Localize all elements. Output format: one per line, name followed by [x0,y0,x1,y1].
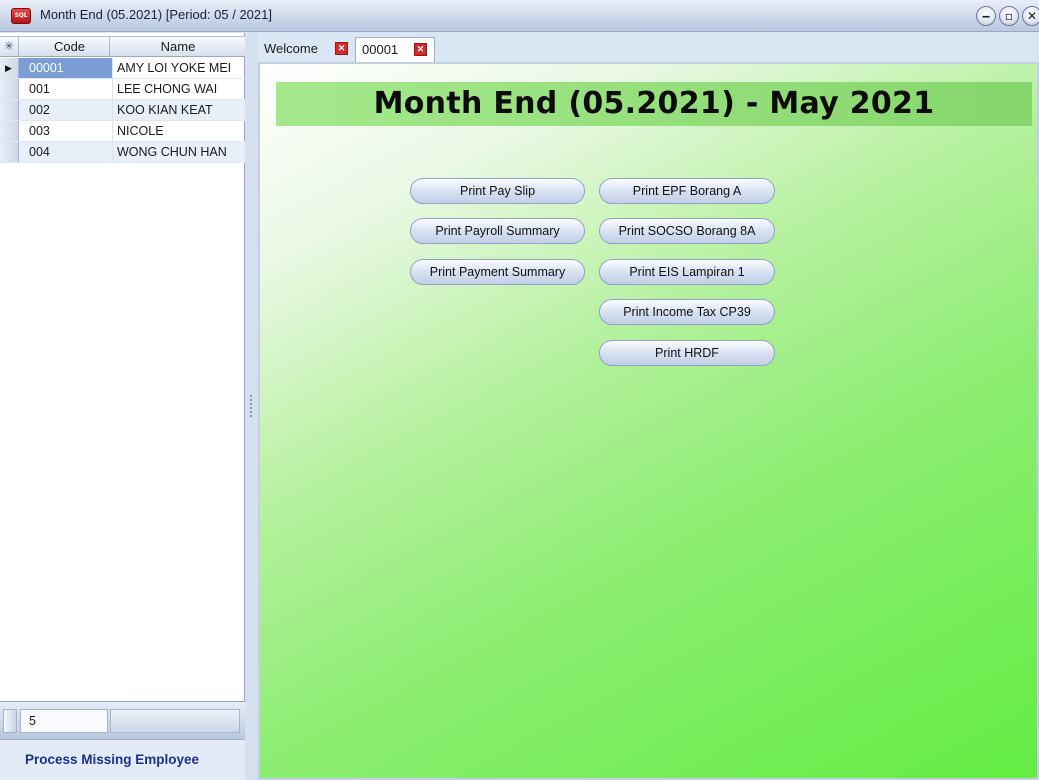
employee-list-panel: ✳ Code Name ▶ 00001 AMY LOI YOKE MEI 001… [0,33,245,780]
employee-name-cell[interactable]: NICOLE [113,121,245,141]
employee-code-cell[interactable]: 004 [19,142,113,162]
column-header-code[interactable]: Code [30,37,110,57]
splitter-grip-icon[interactable] [250,395,252,417]
print-pay-slip-button[interactable]: Print Pay Slip [410,178,585,204]
minimize-button[interactable]: ‒ [976,6,996,26]
close-tab-icon[interactable]: ✕ [414,43,427,56]
employee-name-cell[interactable]: LEE CHONG WAI [113,79,245,99]
app-logo-icon: SQL [11,8,31,24]
table-row[interactable]: 004 WONG CHUN HAN [0,142,245,163]
panel-splitter[interactable] [245,33,258,780]
close-button[interactable]: ✕ [1022,6,1039,26]
print-epf-borang-a-button[interactable]: Print EPF Borang A [599,178,775,204]
table-row[interactable]: 002 KOO KIAN KEAT [0,100,245,121]
row-indicator [0,79,19,99]
row-indicator [0,142,19,162]
close-tab-icon[interactable]: ✕ [335,42,348,55]
record-count: 5 [20,709,108,733]
tab-label: Welcome [264,41,318,56]
employee-name-cell[interactable]: KOO KIAN KEAT [113,100,245,120]
employee-code-cell[interactable]: 003 [19,121,113,141]
employee-name-cell[interactable]: AMY LOI YOKE MEI [113,58,245,78]
employee-code-cell[interactable]: 002 [19,100,113,120]
new-row-star-icon[interactable]: ✳ [0,37,19,57]
banner: Month End (05.2021) - May 2021 [276,82,1032,126]
print-socso-borang-8a-button[interactable]: Print SOCSO Borang 8A [599,218,775,244]
tab-label: 00001 [362,42,399,57]
row-indicator [0,121,19,141]
employee-code-cell[interactable]: 00001 [19,58,113,78]
table-row[interactable]: ▶ 00001 AMY LOI YOKE MEI [0,58,245,79]
title-bar: SQL Month End (05.2021) [Period: 05 / 20… [0,0,1039,32]
process-missing-employee-link[interactable]: Process Missing Employee [25,752,199,767]
maximize-button[interactable]: ▫ [999,6,1019,26]
window-title: Month End (05.2021) [Period: 05 / 2021] [40,7,272,22]
row-pointer-icon: ▶ [0,58,19,78]
print-payroll-summary-button[interactable]: Print Payroll Summary [410,218,585,244]
table-row[interactable]: 003 NICOLE [0,121,245,142]
grid-header: ✳ Code Name [0,36,245,57]
print-payment-summary-button[interactable]: Print Payment Summary [410,259,585,285]
grid-footer: 5 [0,701,245,739]
employee-grid: ▶ 00001 AMY LOI YOKE MEI 001 LEE CHONG W… [0,58,245,163]
column-header-name[interactable]: Name [118,37,238,57]
process-area: Process Missing Employee [0,739,245,780]
employee-code-cell[interactable]: 001 [19,79,113,99]
page-title: Month End (05.2021) - May 2021 [373,86,935,121]
footer-summary-cell [110,709,240,733]
welcome-content: Month End (05.2021) - May 2021 Print Pay… [258,62,1039,780]
tab-welcome[interactable]: Welcome ✕ [258,37,355,62]
tab-00001[interactable]: 00001 ✕ [355,37,435,62]
employee-name-cell[interactable]: WONG CHUN HAN [113,142,245,162]
tab-strip: Welcome ✕ 00001 ✕ [258,33,1039,62]
table-row[interactable]: 001 LEE CHONG WAI [0,79,245,100]
footer-indicator [3,709,17,733]
row-indicator [0,100,19,120]
print-income-tax-cp39-button[interactable]: Print Income Tax CP39 [599,299,775,325]
print-eis-lampiran-1-button[interactable]: Print EIS Lampiran 1 [599,259,775,285]
print-hrdf-button[interactable]: Print HRDF [599,340,775,366]
